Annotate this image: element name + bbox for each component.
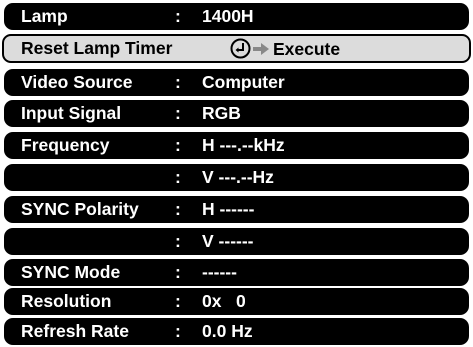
row-value: 0x 0 [202,291,246,311]
row-label: Lamp [21,6,68,26]
menu-row-reset-lamp-timer[interactable]: Reset Lamp Timer Execute [2,34,471,63]
row-value: RGB [202,103,241,123]
row-label: Input Signal [21,103,122,123]
projector-info-menu: Lamp : 1400H Reset Lamp Timer Execute Vi… [0,0,473,347]
menu-row-sync-polarity-v: : V ------ [4,228,469,255]
row-value: ------ [202,262,237,282]
execute-label: Execute [273,38,341,59]
execute-action[interactable]: Execute [230,38,340,59]
row-value: V ------ [202,231,254,251]
row-colon: : [175,6,181,26]
row-label: Refresh Rate [21,321,129,341]
row-colon: : [175,167,181,187]
row-colon: : [175,231,181,251]
row-value: H ------ [202,199,255,219]
menu-row-resolution: Resolution : 0x 0 [4,288,469,315]
menu-row-refresh-rate: Refresh Rate : 0.0 Hz [4,318,469,345]
row-label: SYNC Polarity [21,199,139,219]
row-value: Computer [202,72,285,92]
menu-row-input-signal: Input Signal : RGB [4,100,469,127]
row-colon: : [175,135,181,155]
row-colon: : [175,72,181,92]
row-label: Video Source [21,72,133,92]
menu-row-lamp: Lamp : 1400H [4,3,469,30]
row-label: Resolution [21,291,112,311]
row-label: Frequency [21,135,110,155]
arrow-right-icon [253,42,269,55]
enter-key-icon [230,38,251,59]
menu-row-frequency-v: : V ---.--Hz [4,164,469,191]
menu-row-sync-mode: SYNC Mode : ------ [4,259,469,286]
row-colon: : [175,199,181,219]
row-colon: : [175,262,181,282]
row-value: 1400H [202,6,254,26]
row-value: V ---.--Hz [202,167,274,187]
row-value: H ---.--kHz [202,135,285,155]
menu-row-video-source: Video Source : Computer [4,69,469,96]
row-label: Reset Lamp Timer [21,38,173,58]
menu-row-sync-polarity: SYNC Polarity : H ------ [4,196,469,223]
row-colon: : [175,291,181,311]
row-colon: : [175,103,181,123]
menu-row-frequency: Frequency : H ---.--kHz [4,132,469,159]
row-label: SYNC Mode [21,262,121,282]
row-colon: : [175,321,181,341]
row-value: 0.0 Hz [202,321,253,341]
